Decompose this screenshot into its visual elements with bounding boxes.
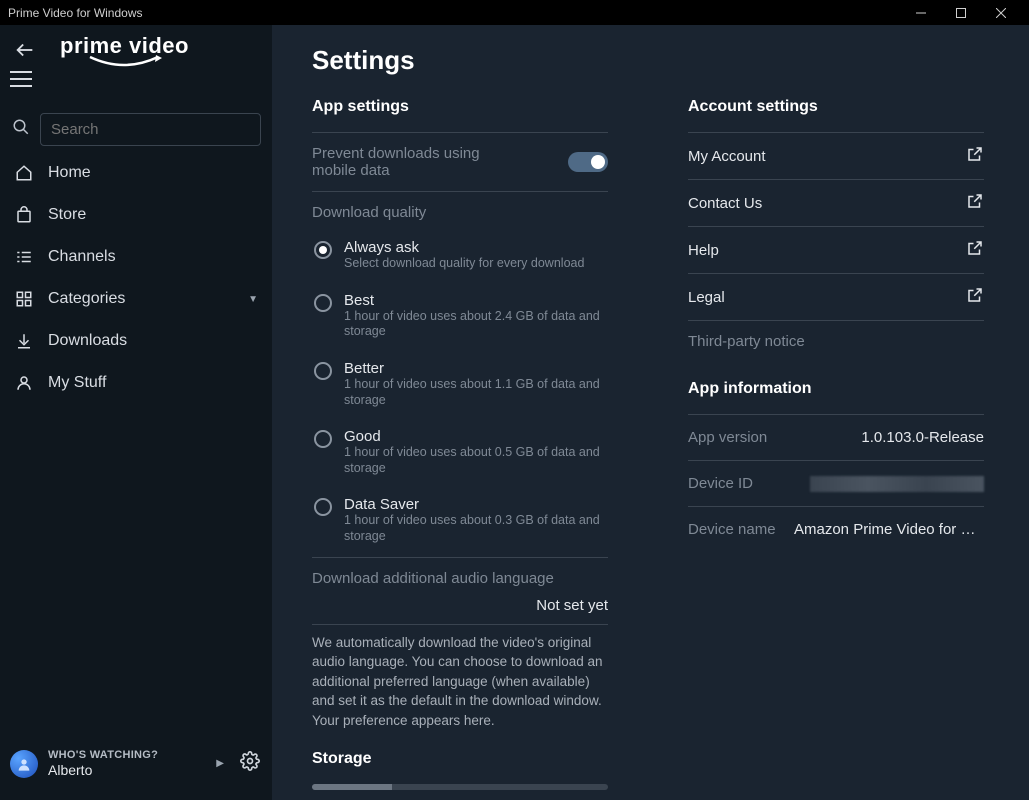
sidebar-item-categories[interactable]: Categories ▼ (0, 278, 272, 320)
titlebar: Prime Video for Windows (0, 0, 1029, 25)
sidebar-item-label: My Stuff (48, 374, 106, 392)
grid-icon (14, 290, 34, 308)
list-icon (14, 248, 34, 266)
external-link-icon (966, 286, 984, 308)
storage-title: Storage (312, 750, 608, 768)
sidebar-item-label: Categories (48, 290, 125, 308)
account-link-legal[interactable]: Legal (688, 274, 984, 320)
option-desc: Select download quality for every downlo… (344, 256, 584, 272)
device-name-value: Amazon Prime Video for Windows (794, 521, 984, 538)
external-link-icon (966, 145, 984, 167)
option-desc: 1 hour of video uses about 2.4 GB of dat… (344, 309, 608, 340)
app-settings-title: App settings (312, 98, 608, 116)
account-link-help[interactable]: Help (688, 227, 984, 273)
sidebar-item-label: Home (48, 164, 91, 182)
sidebar-item-label: Store (48, 206, 86, 224)
app-settings-column: App settings Prevent downloads using mob… (312, 98, 608, 800)
prevent-mobile-toggle[interactable] (568, 152, 608, 172)
account-settings-column: Account settings My Account Contact Us H… (688, 98, 984, 800)
app-version-value: 1.0.103.0-Release (861, 429, 984, 446)
option-desc: 1 hour of video uses about 1.1 GB of dat… (344, 377, 608, 408)
sidebar-item-label: Channels (48, 248, 116, 266)
app-version-label: App version (688, 429, 767, 446)
storage-bar (312, 784, 608, 790)
radio-icon (314, 241, 332, 259)
window-title: Prime Video for Windows (8, 6, 901, 20)
back-button[interactable] (10, 35, 40, 70)
link-label: Third-party notice (688, 333, 805, 350)
sidebar-item-mystuff[interactable]: My Stuff (0, 362, 272, 404)
radio-icon (314, 498, 332, 516)
chevron-right-icon: ▶ (216, 758, 224, 769)
audio-lang-value[interactable]: Not set yet (312, 597, 608, 624)
option-title: Good (344, 428, 608, 445)
app-info-title: App information (688, 380, 984, 398)
prevent-mobile-label: Prevent downloads using mobile data (312, 145, 512, 179)
radio-icon (314, 294, 332, 312)
account-settings-title: Account settings (688, 98, 984, 116)
device-name-label: Device name (688, 521, 776, 538)
search-icon (12, 118, 30, 141)
prime-video-logo: prime video (60, 33, 189, 71)
account-link-my-account[interactable]: My Account (688, 133, 984, 179)
option-title: Always ask (344, 239, 584, 256)
download-icon (14, 332, 34, 350)
profile-switcher[interactable]: WHO'S WATCHING? Alberto ▶ (0, 739, 272, 792)
menu-button[interactable] (10, 70, 32, 93)
quality-option-better[interactable]: Better 1 hour of video uses about 1.1 GB… (312, 352, 608, 420)
radio-icon (314, 362, 332, 380)
page-title: Settings (312, 45, 989, 76)
maximize-button[interactable] (941, 0, 981, 25)
link-label: Help (688, 242, 719, 259)
device-id-row: Device ID (688, 461, 984, 506)
whos-watching-label: WHO'S WATCHING? (48, 749, 158, 762)
option-title: Better (344, 360, 608, 377)
sidebar-item-store[interactable]: Store (0, 194, 272, 236)
app-version-row: App version 1.0.103.0-Release (688, 415, 984, 460)
option-desc: 1 hour of video uses about 0.3 GB of dat… (344, 513, 608, 544)
search-input[interactable] (40, 113, 261, 146)
prevent-mobile-row: Prevent downloads using mobile data (312, 133, 608, 191)
home-icon (14, 164, 34, 182)
profile-name: Alberto (48, 762, 158, 778)
link-label: Contact Us (688, 195, 762, 212)
chevron-down-icon: ▼ (248, 294, 258, 305)
quality-option-best[interactable]: Best 1 hour of video uses about 2.4 GB o… (312, 284, 608, 352)
sidebar-item-label: Downloads (48, 332, 127, 350)
download-quality-title: Download quality (312, 192, 608, 231)
avatar (10, 750, 38, 778)
device-id-redacted (810, 476, 984, 492)
quality-option-good[interactable]: Good 1 hour of video uses about 0.5 GB o… (312, 420, 608, 488)
external-link-icon (966, 239, 984, 261)
bag-icon (14, 206, 34, 224)
audio-lang-title: Download additional audio language (312, 558, 608, 597)
minimize-button[interactable] (901, 0, 941, 25)
device-name-row: Device name Amazon Prime Video for Windo… (688, 507, 984, 552)
audio-lang-description: We automatically download the video's or… (312, 625, 608, 751)
sidebar-item-channels[interactable]: Channels (0, 236, 272, 278)
external-link-icon (966, 192, 984, 214)
quality-option-always-ask[interactable]: Always ask Select download quality for e… (312, 231, 608, 284)
option-title: Data Saver (344, 496, 608, 513)
link-label: Legal (688, 289, 725, 306)
link-label: My Account (688, 148, 766, 165)
account-link-contact-us[interactable]: Contact Us (688, 180, 984, 226)
third-party-notice-link[interactable]: Third-party notice (688, 321, 984, 362)
smile-icon (84, 55, 164, 71)
device-id-label: Device ID (688, 475, 753, 492)
option-desc: 1 hour of video uses about 0.5 GB of dat… (344, 445, 608, 476)
sidebar-item-home[interactable]: Home (0, 152, 272, 194)
radio-icon (314, 430, 332, 448)
quality-option-data-saver[interactable]: Data Saver 1 hour of video uses about 0.… (312, 488, 608, 556)
person-icon (14, 374, 34, 392)
sidebar-item-downloads[interactable]: Downloads (0, 320, 272, 362)
settings-button[interactable] (240, 751, 260, 776)
storage-fill (312, 784, 392, 790)
close-button[interactable] (981, 0, 1021, 25)
main-content: Settings App settings Prevent downloads … (272, 25, 1029, 800)
sidebar: prime video Home Store Channels (0, 25, 272, 800)
option-title: Best (344, 292, 608, 309)
